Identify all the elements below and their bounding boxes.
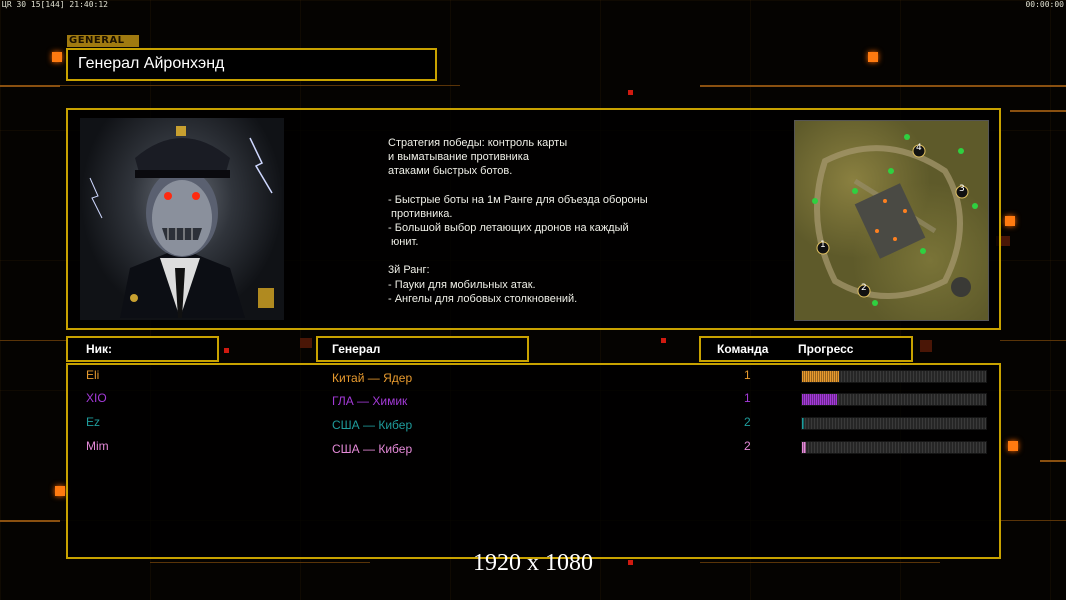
description-line [388, 249, 728, 263]
decor-square [1005, 216, 1015, 226]
decor-line [1040, 460, 1066, 462]
decor-line [0, 520, 60, 522]
player-row: Mim США — Кибер 2 [68, 439, 999, 459]
header-nick: Ник: [66, 336, 219, 362]
description-line: 3й Ранг: [388, 264, 430, 277]
general-description: Стратегия победы: контроль карты и вымат… [388, 136, 728, 306]
resolution-label: 1920 x 1080 [473, 550, 593, 576]
header-nick-label: Ник: [86, 342, 113, 356]
decor-square [224, 348, 229, 353]
header-team-label: Команда [717, 342, 769, 356]
decor-square [920, 340, 932, 352]
decor-line [60, 85, 460, 86]
map-terrain [812, 134, 978, 306]
player-team: 2 [744, 415, 751, 429]
description-line: - Быстрые боты на 1м Ранге для объезда о… [388, 193, 648, 206]
player-progress-bar [801, 370, 987, 383]
decor-square [55, 486, 65, 496]
general-info-panel: Стратегия победы: контроль карты и вымат… [66, 108, 1001, 330]
progress-fill [802, 442, 806, 453]
description-line [388, 179, 728, 193]
general-tag: GENERAL [67, 35, 139, 47]
player-nick: Eli [86, 368, 100, 382]
header-progress-label: Прогресс [798, 342, 854, 356]
description-line: противника. [388, 207, 453, 220]
decor-square [300, 338, 312, 348]
header-team-progress: Команда Прогресс [699, 336, 913, 362]
player-nick: Mim [86, 439, 109, 453]
player-team: 1 [744, 391, 751, 405]
player-row: XIO ГЛА — Химик 1 [68, 391, 999, 411]
progress-fill [802, 394, 837, 405]
progress-fill [802, 371, 839, 382]
decor-square [661, 338, 666, 343]
map-marker-3: 3 [955, 184, 969, 203]
hud-status: ЦR 30 15[144] 21:40:12 [2, 0, 108, 9]
progress-fill [802, 418, 804, 429]
map-marker-2: 2 [857, 283, 871, 302]
portrait-robot-general-icon [89, 126, 274, 318]
player-progress-bar [801, 393, 987, 406]
marker-label: 1 [820, 240, 826, 250]
header-general: Генерал [316, 336, 529, 362]
decor-line [700, 85, 1066, 87]
player-general: США — Кибер [332, 418, 413, 432]
decor-square [868, 52, 878, 62]
player-row: Eli Китай — Ядер 1 [68, 368, 999, 388]
description-line: атаками быстрых ботов. [388, 165, 513, 178]
player-general: Китай — Ядер [332, 371, 413, 385]
map-marker-1: 1 [816, 240, 830, 259]
description-line: Стратегия победы: контроль карты [388, 137, 568, 149]
description-line: юнит. [388, 236, 419, 249]
map-preview: 1 2 3 4 [794, 120, 989, 321]
decor-line [0, 340, 66, 341]
decor-square [628, 90, 633, 95]
decor-line [1000, 520, 1066, 521]
player-progress-bar [801, 417, 987, 430]
player-nick: XIO [86, 391, 107, 405]
player-row: Ez США — Кибер 2 [68, 415, 999, 435]
player-general: ГЛА — Химик [332, 394, 408, 408]
player-nick: Ez [86, 415, 101, 429]
player-progress-bar [801, 441, 987, 454]
decor-square [1008, 441, 1018, 451]
description-line: - Большой выбор летающих дронов на кажды… [388, 222, 629, 235]
general-name-title: Генерал Айронхэнд [78, 55, 225, 72]
decor-line [1010, 110, 1066, 112]
hud-clock: 00:00:00 [1025, 0, 1064, 9]
general-portrait [80, 118, 284, 320]
title-box: Генерал Айронхэнд [66, 48, 437, 81]
marker-label: 2 [861, 283, 867, 293]
marker-label: 4 [916, 143, 922, 153]
description-line: - Пауки для мобильных атак. [388, 278, 536, 291]
decor-line [1000, 340, 1066, 341]
player-team: 1 [744, 368, 751, 382]
map-marker-4: 4 [912, 143, 926, 162]
header-general-label: Генерал [332, 342, 381, 356]
decor-line [0, 85, 60, 87]
description-line: - Ангелы для лобовых столкновений. [388, 292, 578, 305]
marker-label: 3 [959, 184, 965, 194]
players-table: Eli Китай — Ядер 1 XIO ГЛА — Химик 1 Ez … [66, 363, 1001, 559]
player-general: США — Кибер [332, 442, 413, 456]
decor-square [52, 52, 62, 62]
player-team: 2 [744, 439, 751, 453]
description-line: и выматывание противника [388, 151, 529, 164]
